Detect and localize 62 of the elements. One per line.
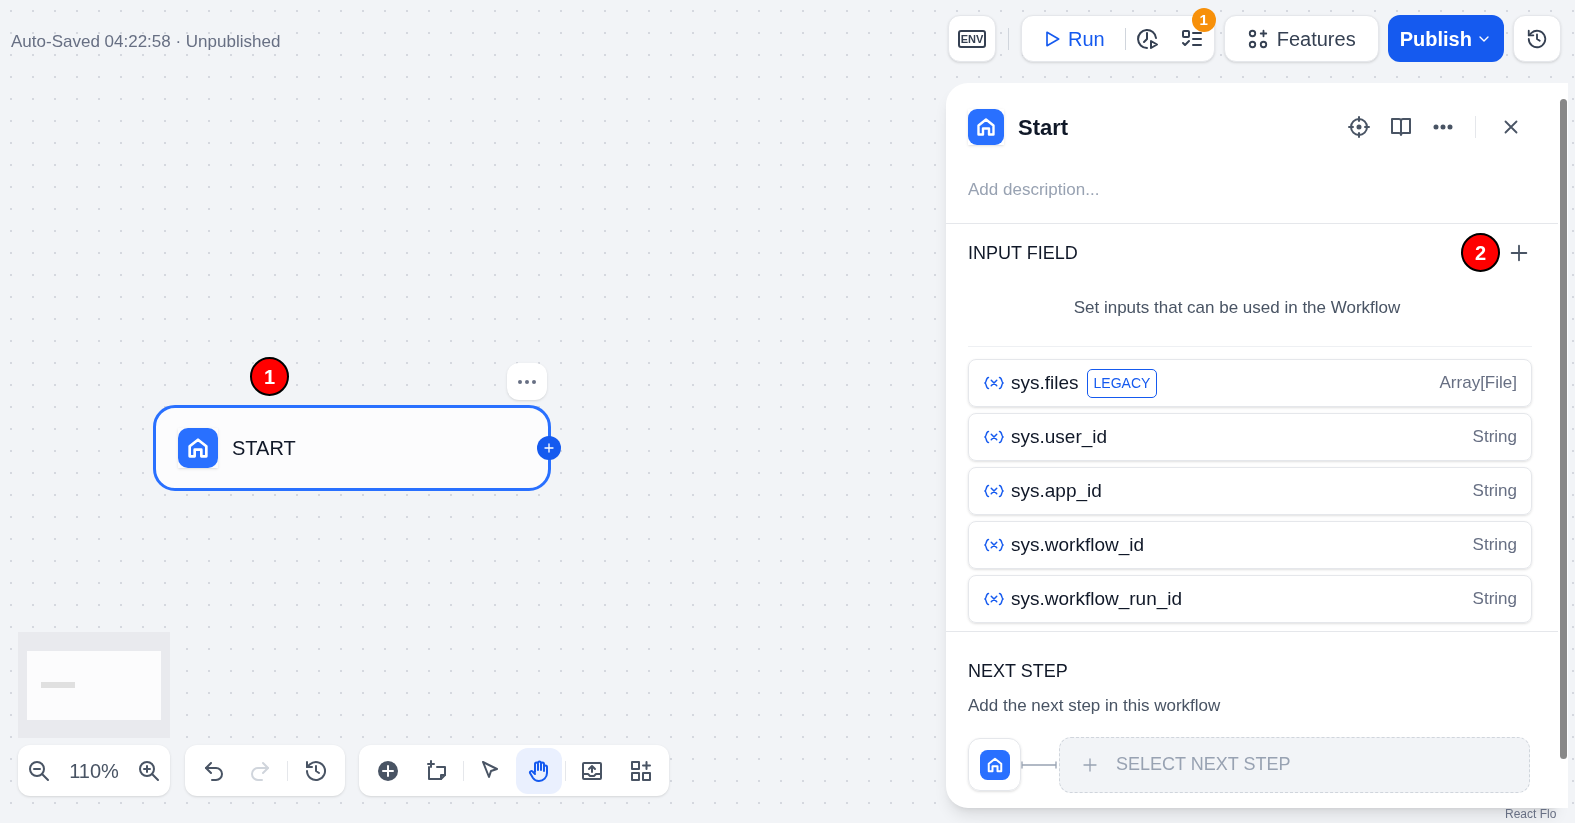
book-icon[interactable] <box>1389 115 1413 139</box>
features-icon <box>1246 27 1269 50</box>
locate-icon[interactable] <box>1347 115 1371 139</box>
home-icon <box>968 109 1004 145</box>
section-heading: NEXT STEP <box>967 660 1069 683</box>
start-node[interactable]: START <box>153 405 551 491</box>
note-icon <box>424 758 449 783</box>
variable-name: sys.workflow_run_id <box>1011 586 1183 612</box>
env-button[interactable]: ENV <box>948 15 996 62</box>
grid-plus-icon <box>628 758 653 783</box>
variable-type: String <box>1472 426 1517 449</box>
zoom-out-icon[interactable] <box>27 758 52 783</box>
hint-text: Set inputs that can be used in the Workflow <box>1072 296 1402 319</box>
variable-icon <box>983 537 1005 553</box>
hand-icon <box>526 758 551 783</box>
section-heading: INPUT FIELD <box>968 241 1078 265</box>
plus-icon <box>1082 756 1098 773</box>
features-button[interactable]: Features <box>1223 15 1379 62</box>
variable-type: String <box>1472 480 1517 503</box>
variable-name: sys.app_id <box>1011 478 1102 504</box>
panel-title: Start <box>1018 113 1070 142</box>
more-button[interactable] <box>507 363 547 400</box>
run-button[interactable]: Run <box>1032 23 1115 54</box>
variable-type: Array[File] <box>1439 372 1517 395</box>
variable-type: String <box>1472 588 1517 611</box>
variable-name: sys.user_id <box>1011 424 1108 450</box>
description-field[interactable]: Add description... <box>968 177 1536 203</box>
add-node-button[interactable] <box>537 436 561 460</box>
legacy-tag: LEGACY <box>1086 368 1158 398</box>
hand-tool[interactable] <box>515 747 562 794</box>
publish-button[interactable]: Publish <box>1387 15 1504 62</box>
hint-text: Add the next step in this workflow <box>967 695 1222 717</box>
variable-row[interactable]: sys.app_id String <box>968 467 1532 515</box>
attribution-text: React Flo <box>1505 807 1557 821</box>
more-icon <box>517 378 537 385</box>
node-title: START <box>232 436 296 461</box>
history-icon <box>1525 27 1548 50</box>
add-circle-icon <box>375 758 400 783</box>
plus-icon[interactable] <box>1508 242 1530 264</box>
clock-play-icon[interactable] <box>1135 26 1160 51</box>
scrollbar-thumb[interactable] <box>1560 99 1567 759</box>
variable-icon <box>983 429 1005 445</box>
variable-row[interactable]: sys.files LEGACY Array[File] <box>968 359 1532 407</box>
variable-icon <box>983 483 1005 499</box>
variable-row[interactable]: sys.workflow_id String <box>968 521 1532 569</box>
step-marker: 1 <box>250 357 289 396</box>
home-icon <box>178 428 218 468</box>
variable-icon <box>983 375 1005 391</box>
variable-name: sys.files <box>1011 370 1079 395</box>
variable-icon <box>983 591 1005 607</box>
history-icon <box>304 758 329 783</box>
notification-badge: 1 <box>1191 8 1216 32</box>
connector-line <box>1021 760 1057 769</box>
history-button[interactable] <box>1512 15 1561 62</box>
variable-type: String <box>1472 534 1517 557</box>
zoom-level: 110% <box>69 758 119 784</box>
autosave-status: Auto-Saved 04:22:58 · Unpublished <box>11 31 281 53</box>
zoom-in-icon[interactable] <box>136 758 161 783</box>
variable-name: sys.workflow_id <box>1011 532 1145 558</box>
variable-row[interactable]: sys.user_id String <box>968 413 1532 461</box>
variable-row[interactable]: sys.workflow_run_id String <box>968 575 1532 623</box>
home-icon <box>979 749 1010 780</box>
